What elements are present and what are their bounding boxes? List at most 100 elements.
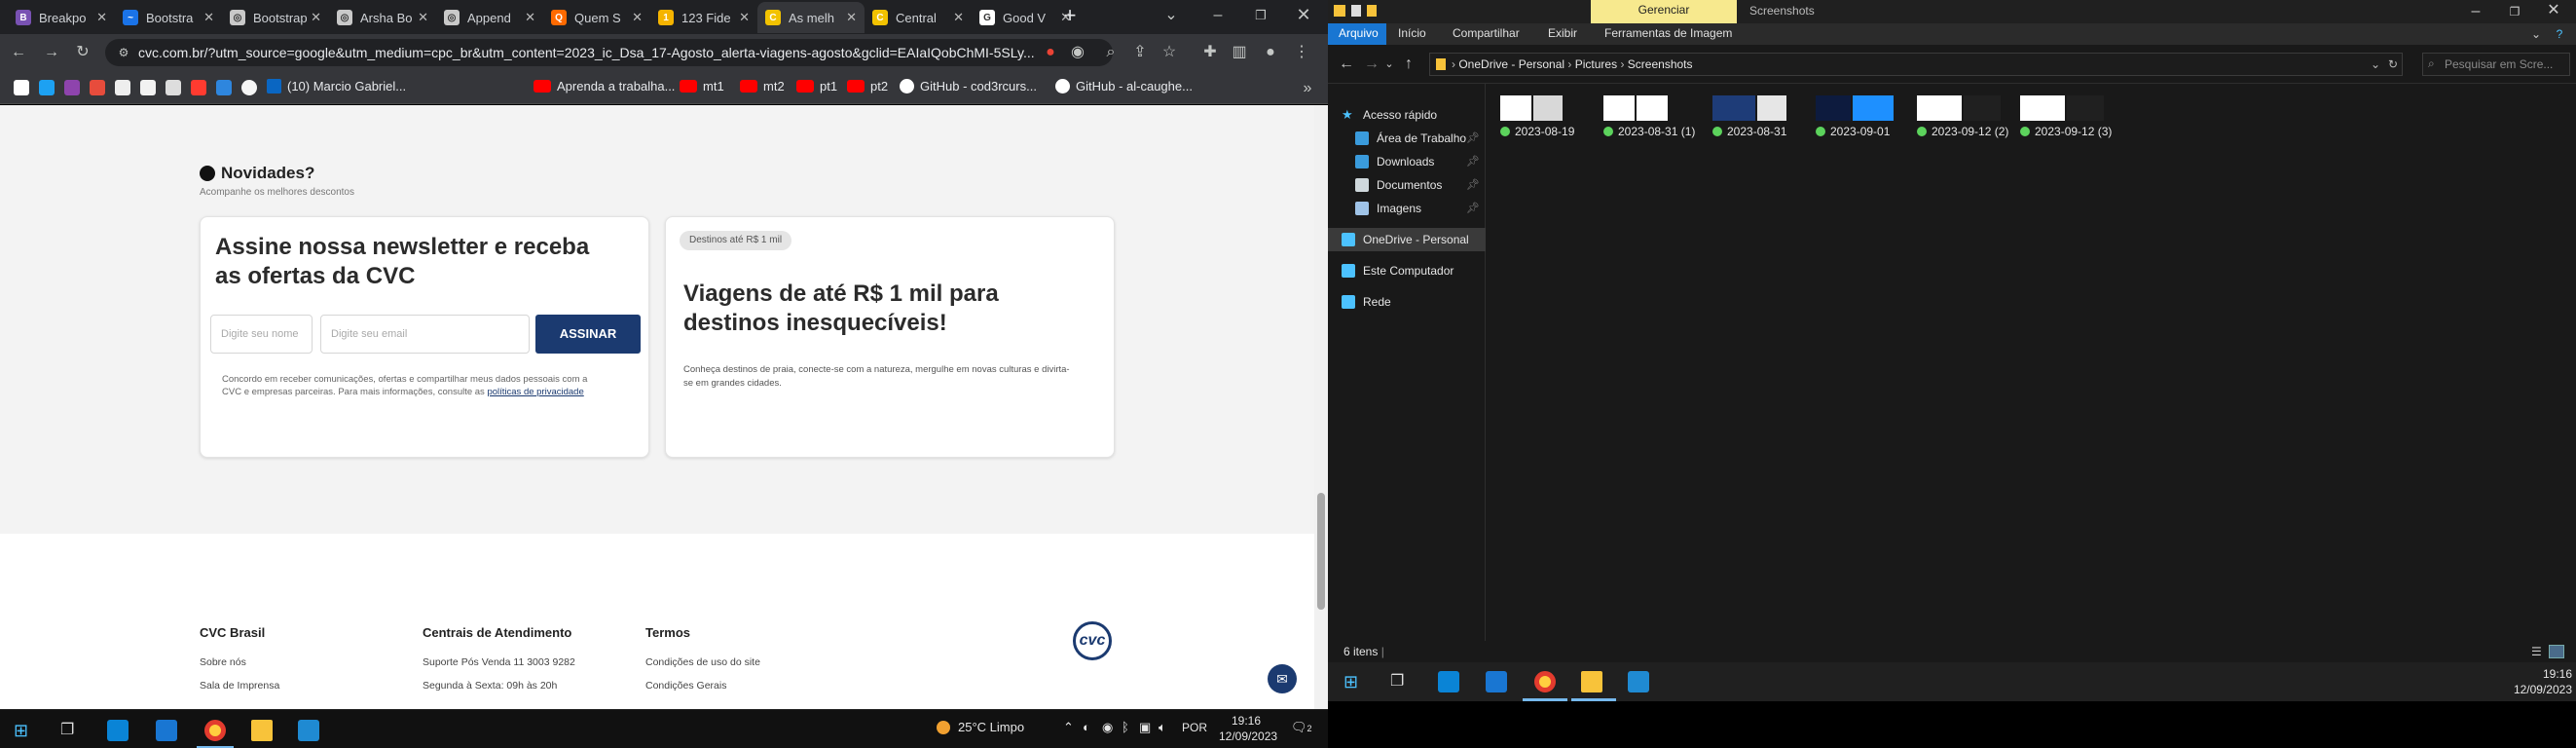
- bookmark-icon[interactable]: [166, 80, 181, 95]
- bookmark-item[interactable]: pt1: [796, 79, 837, 94]
- bookmark-item[interactable]: Aprenda a trabalha...: [534, 79, 675, 94]
- file-item[interactable]: 2023-09-12 (2): [1917, 95, 2014, 142]
- bookmark-item[interactable]: GitHub - cod3rcurs...: [900, 79, 1037, 94]
- minimize-icon[interactable]: –: [2465, 2, 2486, 21]
- details-view-icon[interactable]: ☰: [2531, 641, 2542, 662]
- ribbon-tab-view[interactable]: Exibir: [1548, 26, 1577, 40]
- bookmark-star-icon[interactable]: ☆: [1159, 43, 1180, 62]
- browser-tab[interactable]: C Central ✕: [865, 2, 972, 33]
- promo-title[interactable]: Viagens de até R$ 1 mil para destinos in…: [683, 280, 999, 338]
- tray-app-icon[interactable]: ◉: [1102, 720, 1113, 735]
- file-item[interactable]: 2023-08-31 (1): [1603, 95, 1701, 142]
- sidebar-item[interactable]: ★ Acesso rápido: [1328, 103, 1486, 127]
- reload-icon[interactable]: ↻: [72, 43, 93, 62]
- menu-kebab-icon[interactable]: ⋮: [1291, 43, 1312, 62]
- bookmark-item[interactable]: mt2: [740, 79, 785, 94]
- footer-link[interactable]: Condições de uso do site: [645, 656, 760, 668]
- browser-tab[interactable]: Q Quem S ✕: [543, 2, 650, 33]
- profile-icon[interactable]: ●: [1260, 43, 1281, 62]
- ribbon-tab-file[interactable]: Arquivo: [1339, 26, 1379, 40]
- bookmark-icon[interactable]: [216, 80, 232, 95]
- site-info-icon[interactable]: ⚙: [113, 43, 134, 62]
- clock[interactable]: 19:16 12/09/2023: [2510, 666, 2572, 697]
- tray-app-icon[interactable]: ◐: [1083, 720, 1090, 734]
- cvc-logo[interactable]: cvc: [1073, 621, 1112, 660]
- chat-icon[interactable]: ✉: [1268, 664, 1297, 693]
- sidebar-item[interactable]: Este Computador: [1328, 259, 1486, 282]
- file-item[interactable]: 2023-09-12 (3): [2020, 95, 2117, 142]
- properties-icon[interactable]: [1351, 5, 1361, 17]
- mail-icon[interactable]: [156, 720, 177, 741]
- bookmark-item[interactable]: (10) Marcio Gabriel...: [267, 79, 406, 94]
- zoom-icon[interactable]: ⌕: [1100, 43, 1122, 62]
- file-explorer-icon[interactable]: [1581, 671, 1602, 692]
- browser-tab[interactable]: ◎ Bootstrap ✕: [222, 2, 329, 33]
- tab-close-icon[interactable]: ✕: [846, 10, 857, 25]
- scrollbar[interactable]: [1314, 105, 1328, 709]
- large-icons-view-icon[interactable]: [2549, 645, 2564, 658]
- bookmark-icon[interactable]: [241, 80, 257, 95]
- bookmark-item[interactable]: pt2: [847, 79, 888, 94]
- pin-icon[interactable]: 📌︎: [1466, 127, 1480, 150]
- close-window-icon[interactable]: ✕: [2543, 1, 2564, 20]
- start-icon[interactable]: ⊞: [14, 720, 35, 741]
- tab-close-icon[interactable]: ✕: [1060, 10, 1071, 25]
- footer-link[interactable]: Condições Gerais: [645, 680, 726, 692]
- manage-tab[interactable]: Gerenciar: [1591, 0, 1737, 23]
- recent-dropdown-icon[interactable]: ⌄: [1379, 55, 1400, 74]
- side-panel-icon[interactable]: ▥: [1229, 43, 1250, 62]
- extensions-icon[interactable]: ✚: [1199, 43, 1221, 62]
- browser-tab[interactable]: B Breakpo ✕: [8, 2, 115, 33]
- sidebar-item[interactable]: Documentos 📌︎: [1328, 173, 1486, 197]
- tab-close-icon[interactable]: ✕: [203, 10, 214, 25]
- pin-icon[interactable]: 📌︎: [1466, 173, 1480, 197]
- network-icon[interactable]: ▣: [1139, 720, 1151, 735]
- bookmark-icon[interactable]: [64, 80, 80, 95]
- sidebar-item[interactable]: Rede: [1328, 290, 1486, 314]
- address-bar[interactable]: ⚙ cvc.com.br/?utm_source=google&utm_medi…: [105, 39, 1113, 66]
- vscode-icon[interactable]: [298, 720, 319, 741]
- file-item[interactable]: 2023-08-19: [1500, 95, 1598, 142]
- tab-search-chevron-icon[interactable]: ⌄: [1160, 6, 1182, 25]
- tab-close-icon[interactable]: ✕: [739, 10, 750, 25]
- back-icon[interactable]: ←: [8, 43, 29, 62]
- tab-close-icon[interactable]: ✕: [953, 10, 964, 25]
- more-bookmarks-icon[interactable]: »: [1297, 79, 1318, 98]
- ribbon-tab-share[interactable]: Compartilhar: [1453, 26, 1520, 40]
- browser-tab[interactable]: ◎ Arsha Bo ✕: [329, 2, 436, 33]
- bookmark-icon[interactable]: [90, 80, 105, 95]
- tray-chevron-icon[interactable]: ⌃: [1063, 720, 1074, 735]
- pin-icon[interactable]: 📌︎: [1466, 197, 1480, 220]
- bluetooth-icon[interactable]: ᛒ: [1122, 720, 1129, 734]
- share-icon[interactable]: ⇪: [1129, 43, 1151, 62]
- file-item[interactable]: 2023-08-31: [1712, 95, 1810, 142]
- email-field[interactable]: Digite seu email: [320, 315, 530, 354]
- name-field[interactable]: Digite seu nome: [210, 315, 313, 354]
- bookmark-icon[interactable]: [115, 80, 130, 95]
- search-input[interactable]: Pesquisar em Scre...: [2422, 53, 2570, 76]
- expand-ribbon-icon[interactable]: ⌄: [2525, 24, 2547, 44]
- forward-icon[interactable]: →: [41, 43, 62, 62]
- bookmark-icon[interactable]: [39, 80, 55, 95]
- browser-tab[interactable]: G Good V ✕: [972, 2, 1079, 33]
- google-lens-icon[interactable]: ◉: [1067, 43, 1088, 62]
- tab-close-icon[interactable]: ✕: [311, 10, 321, 25]
- bookmark-icon[interactable]: [140, 80, 156, 95]
- breadcrumb-item[interactable]: OneDrive - Personal: [1458, 57, 1564, 71]
- tab-close-icon[interactable]: ✕: [418, 10, 428, 25]
- clock[interactable]: 19:16 12/09/2023: [1219, 713, 1277, 744]
- chrome-icon[interactable]: [204, 720, 226, 741]
- bookmark-icon[interactable]: [14, 80, 29, 95]
- sidebar-item[interactable]: Downloads 📌︎: [1328, 150, 1486, 173]
- volume-icon[interactable]: 🔈︎: [1159, 720, 1166, 735]
- subscribe-button[interactable]: ASSINAR: [535, 315, 641, 354]
- privacy-link[interactable]: políticas de privacidade: [487, 387, 583, 397]
- tab-close-icon[interactable]: ✕: [632, 10, 643, 25]
- address-dropdown-icon[interactable]: ⌄: [2371, 54, 2380, 75]
- weather-widget[interactable]: 25°C Limpo: [937, 720, 1024, 734]
- restore-icon[interactable]: ❐: [2504, 2, 2525, 21]
- browser-tab[interactable]: ~ Bootstra ✕: [115, 2, 222, 33]
- task-view-icon[interactable]: ❐: [1390, 671, 1412, 692]
- browser-tab[interactable]: ◎ Append ✕: [436, 2, 543, 33]
- bookmark-item[interactable]: mt1: [680, 79, 724, 94]
